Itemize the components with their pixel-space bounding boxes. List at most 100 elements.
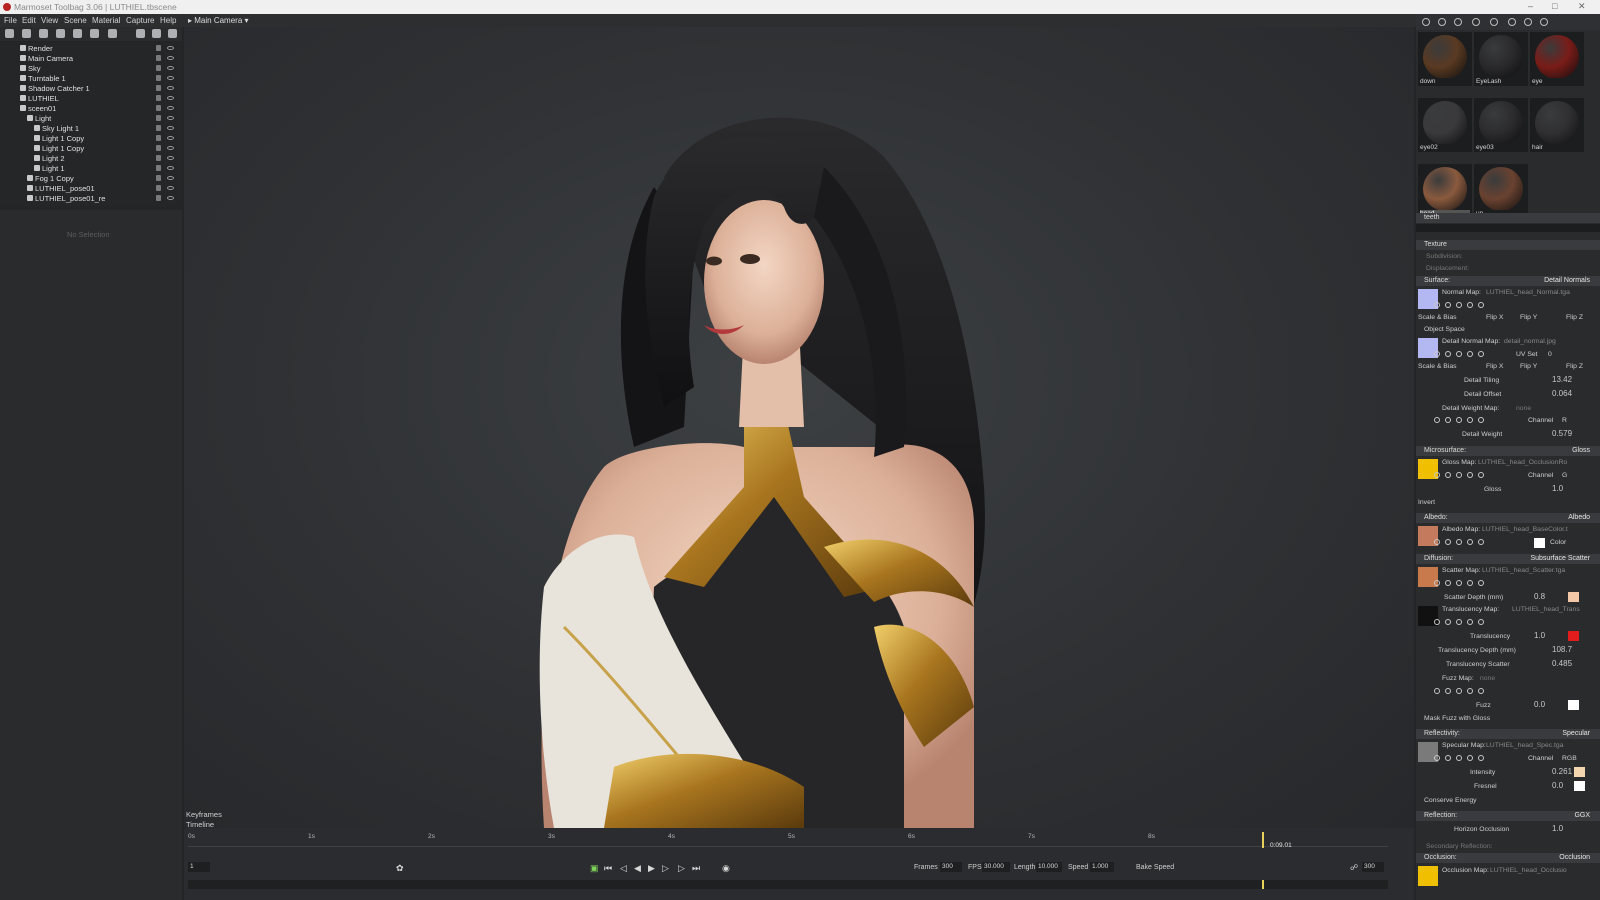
speed-field[interactable]: 1.000 — [1090, 862, 1114, 872]
material-thumbnail[interactable]: up — [1474, 164, 1528, 218]
lock-icon[interactable] — [156, 135, 161, 141]
lock-icon[interactable] — [156, 65, 161, 71]
tree-item[interactable]: Shadow Catcher 1 — [0, 83, 182, 93]
delete-icon[interactable] — [168, 29, 177, 38]
visibility-eye-icon[interactable] — [167, 166, 174, 170]
tree-item[interactable]: Fog 1 Copy — [0, 173, 182, 183]
specular-map-file[interactable]: LUTHIEL_head_Spec.tga — [1486, 742, 1563, 749]
reflectivity-section[interactable]: Reflectivity: Specular — [1416, 729, 1600, 739]
add-material-icon[interactable] — [1422, 18, 1430, 26]
material-thumbnail[interactable]: EyeLash — [1474, 32, 1528, 86]
tree-item[interactable]: LUTHIEL_pose01_re — [0, 193, 182, 203]
lock-icon[interactable] — [156, 45, 161, 51]
menu-view[interactable]: View — [41, 16, 58, 25]
next-key-icon[interactable]: ▷ — [678, 863, 685, 874]
add-group-icon[interactable] — [90, 29, 99, 38]
clear-icon[interactable] — [1454, 18, 1462, 26]
fresnel-color-chip[interactable] — [1574, 781, 1585, 791]
visibility-eye-icon[interactable] — [167, 96, 174, 100]
length-field[interactable]: 10.000 — [1036, 862, 1062, 872]
add-camera-icon[interactable] — [39, 29, 48, 38]
fuzz-color-chip[interactable] — [1568, 700, 1579, 710]
timeline-scrub-track[interactable] — [188, 880, 1388, 889]
mask-fuzz-checkbox[interactable]: Mask Fuzz with Gloss — [1424, 715, 1490, 722]
fuzz-map-actions[interactable] — [1434, 687, 1494, 695]
surface-section[interactable]: Surface: Detail Normals — [1416, 276, 1600, 286]
occlusion-map-file[interactable]: LUTHIEL_head_Occlusio — [1490, 867, 1567, 874]
menu-edit[interactable]: Edit — [22, 16, 36, 25]
fuzz-field[interactable]: 0.0 — [1534, 700, 1556, 709]
tree-item[interactable]: Sky Light 1 — [0, 123, 182, 133]
invert-checkbox[interactable]: Invert — [1418, 499, 1435, 506]
translucency-map-actions[interactable] — [1434, 618, 1494, 626]
link-icon[interactable]: ☍ — [1350, 863, 1358, 872]
add-fog-icon[interactable] — [108, 29, 117, 38]
end-frame-field[interactable]: 300 — [1362, 862, 1384, 872]
surface-section-mode-dropdown[interactable]: Detail Normals — [1544, 277, 1590, 284]
frames-field[interactable]: 300 — [940, 862, 962, 872]
lock-icon[interactable] — [156, 175, 161, 181]
detail-weight-map-file[interactable]: none — [1516, 405, 1531, 412]
albedo-section-mode-dropdown[interactable]: Albedo — [1568, 514, 1590, 521]
material-thumbnail[interactable]: hair — [1530, 98, 1584, 152]
material-thumbnail[interactable]: eye02 — [1418, 98, 1472, 152]
visibility-eye-icon[interactable] — [167, 146, 174, 150]
occlusion-section[interactable]: Occlusion: Occlusion — [1416, 853, 1600, 863]
scatter-map-file[interactable]: LUTHIEL_head_Scatter.tga — [1482, 567, 1565, 574]
albedo-section[interactable]: Albedo: Albedo — [1416, 513, 1600, 523]
timeline-playhead[interactable] — [1262, 832, 1264, 848]
material-thumbnail[interactable]: eye03 — [1474, 98, 1528, 152]
lock-icon[interactable] — [156, 75, 161, 81]
normal-map-file[interactable]: LUTHIEL_head_Normal.tga — [1486, 289, 1570, 296]
gloss-field[interactable]: 1.0 — [1552, 484, 1576, 493]
lock-icon[interactable] — [156, 95, 161, 101]
lock-icon[interactable] — [156, 195, 161, 201]
fresnel-field[interactable]: 0.0 — [1552, 781, 1572, 790]
detail-normal-file[interactable]: detail_normal.jpg — [1504, 338, 1556, 345]
translucency-scatter-field[interactable]: 0.485 — [1552, 659, 1576, 668]
tree-item[interactable]: Light 1 Copy — [0, 143, 182, 153]
lock-icon[interactable] — [156, 55, 161, 61]
record-icon[interactable]: ◉ — [722, 863, 730, 874]
translucency-field[interactable]: 1.0 — [1534, 631, 1556, 640]
conserve-energy-checkbox[interactable]: Conserve Energy — [1424, 797, 1477, 804]
timeline-scrub-marker[interactable] — [1262, 880, 1264, 889]
horizon-occlusion-field[interactable]: 1.0 — [1552, 824, 1576, 833]
scatter-depth-field[interactable]: 0.8 — [1534, 592, 1556, 601]
lock-icon[interactable] — [156, 185, 161, 191]
lock-icon[interactable] — [156, 85, 161, 91]
detail-tiling-field[interactable]: 13.42 — [1552, 375, 1576, 384]
object-space-checkbox[interactable]: Object Space — [1424, 326, 1465, 333]
pick-icon[interactable] — [1508, 18, 1516, 26]
3d-viewport[interactable] — [184, 27, 1414, 828]
uv-set-dropdown[interactable]: 0 — [1548, 351, 1552, 358]
lock-icon[interactable] — [156, 115, 161, 121]
folder-icon[interactable] — [136, 29, 145, 38]
menu-material[interactable]: Material — [92, 16, 120, 25]
flip-z-checkbox[interactable]: Flip Z — [1566, 314, 1583, 321]
reflection-section[interactable]: Reflection: GGX — [1416, 811, 1600, 821]
add-light-icon[interactable] — [22, 29, 31, 38]
intensity-field[interactable]: 0.261 — [1552, 767, 1572, 776]
skip-start-icon[interactable]: ⏮ — [604, 863, 612, 874]
detail-offset-field[interactable]: 0.064 — [1552, 389, 1576, 398]
gloss-map-file[interactable]: LUTHIEL_head_OcclusionRo — [1478, 459, 1567, 466]
step-forward-icon[interactable]: ▷ — [662, 863, 669, 874]
tree-item[interactable]: LUTHIEL — [0, 93, 182, 103]
tree-item[interactable]: Main Camera — [0, 53, 182, 63]
flip-z-checkbox-2[interactable]: Flip Z — [1566, 363, 1583, 370]
visibility-eye-icon[interactable] — [167, 46, 174, 50]
maximize-icon[interactable]: □ — [1552, 1, 1557, 11]
minimize-icon[interactable]: – — [1528, 1, 1533, 11]
material-thumbnail[interactable]: down — [1418, 32, 1472, 86]
prev-key-icon[interactable]: ◁ — [620, 863, 627, 874]
translucency-depth-field[interactable]: 108.7 — [1552, 645, 1576, 654]
lock-icon[interactable] — [156, 105, 161, 111]
camera-dropdown[interactable]: ▸ Main Camera ▾ — [188, 16, 249, 25]
close-icon[interactable]: ✕ — [1578, 1, 1586, 12]
lock-icon[interactable] — [156, 165, 161, 171]
visibility-eye-icon[interactable] — [167, 116, 174, 120]
tree-item[interactable]: Light 1 Copy — [0, 133, 182, 143]
visibility-eye-icon[interactable] — [167, 86, 174, 90]
sphere-icon[interactable] — [1540, 18, 1548, 26]
